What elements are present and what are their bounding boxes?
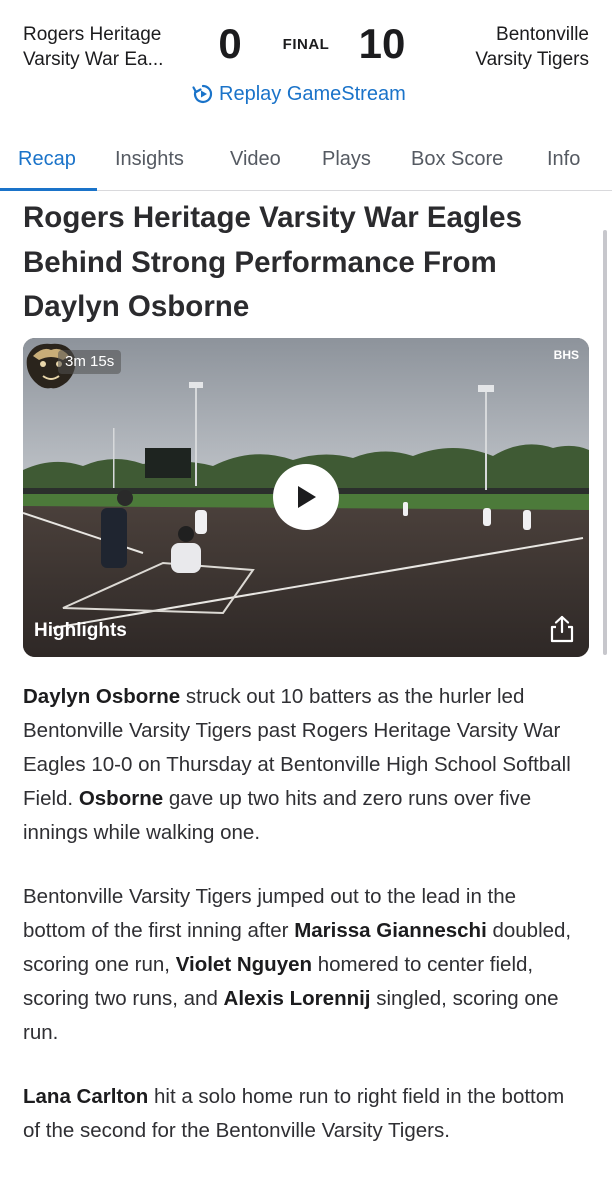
- home-team-name[interactable]: Rogers Heritage Varsity War Ea...: [23, 22, 198, 72]
- tab-recap[interactable]: Recap: [18, 148, 76, 171]
- player-name: Alexis Lorennij: [223, 987, 371, 1010]
- tab-box-score[interactable]: Box Score: [411, 148, 503, 171]
- away-team-line1: Bentonville: [496, 24, 589, 45]
- share-icon: [550, 615, 574, 643]
- home-score: 0: [218, 20, 242, 67]
- share-button[interactable]: [547, 614, 577, 644]
- highlights-video[interactable]: 3m 15s BHS Highlights: [23, 338, 589, 657]
- play-button[interactable]: [273, 464, 339, 530]
- video-title: Highlights: [34, 620, 127, 641]
- article-paragraph-1: Daylyn Osborne struck out 10 batters as …: [23, 680, 583, 850]
- active-tab-indicator: [0, 188, 97, 191]
- play-icon: [298, 486, 316, 508]
- player-name: Osborne: [78, 787, 164, 810]
- replay-icon: [192, 83, 214, 105]
- tab-insights[interactable]: Insights: [115, 148, 184, 171]
- tab-info[interactable]: Info: [547, 148, 580, 171]
- replay-label: Replay GameStream: [219, 82, 406, 105]
- tab-bar: Recap Insights Video Plays Box Score Inf…: [0, 136, 612, 191]
- scrollbar[interactable]: [603, 230, 607, 655]
- player-name: Daylyn Osborne: [23, 685, 181, 708]
- home-team-line2: Varsity War Ea...: [23, 49, 164, 70]
- player-name: Marissa Gianneschi: [294, 919, 487, 942]
- player-name: Lana Carlton: [23, 1085, 149, 1108]
- replay-gamestream-button[interactable]: Replay GameStream: [192, 80, 406, 108]
- tab-video[interactable]: Video: [230, 148, 281, 171]
- article-headline: Rogers Heritage Varsity War Eagles Behin…: [23, 201, 522, 323]
- away-team-line2: Varsity Tigers: [475, 49, 589, 70]
- article-paragraph-2: Bentonville Varsity Tigers jumped out to…: [23, 880, 583, 1050]
- player-name: Violet Nguyen: [175, 953, 313, 976]
- away-score: 10: [358, 20, 406, 67]
- video-source-badge: BHS: [553, 348, 579, 362]
- game-status: FINAL: [282, 36, 330, 53]
- away-team-name[interactable]: Bentonville Varsity Tigers: [414, 22, 589, 72]
- tab-plays[interactable]: Plays: [322, 148, 371, 171]
- score-header: Rogers Heritage Varsity War Ea... 0 FINA…: [0, 0, 612, 120]
- article-paragraph-3: Lana Carlton hit a solo home run to righ…: [23, 1080, 583, 1148]
- home-team-line1: Rogers Heritage: [23, 24, 162, 45]
- video-duration: 3m 15s: [58, 350, 122, 374]
